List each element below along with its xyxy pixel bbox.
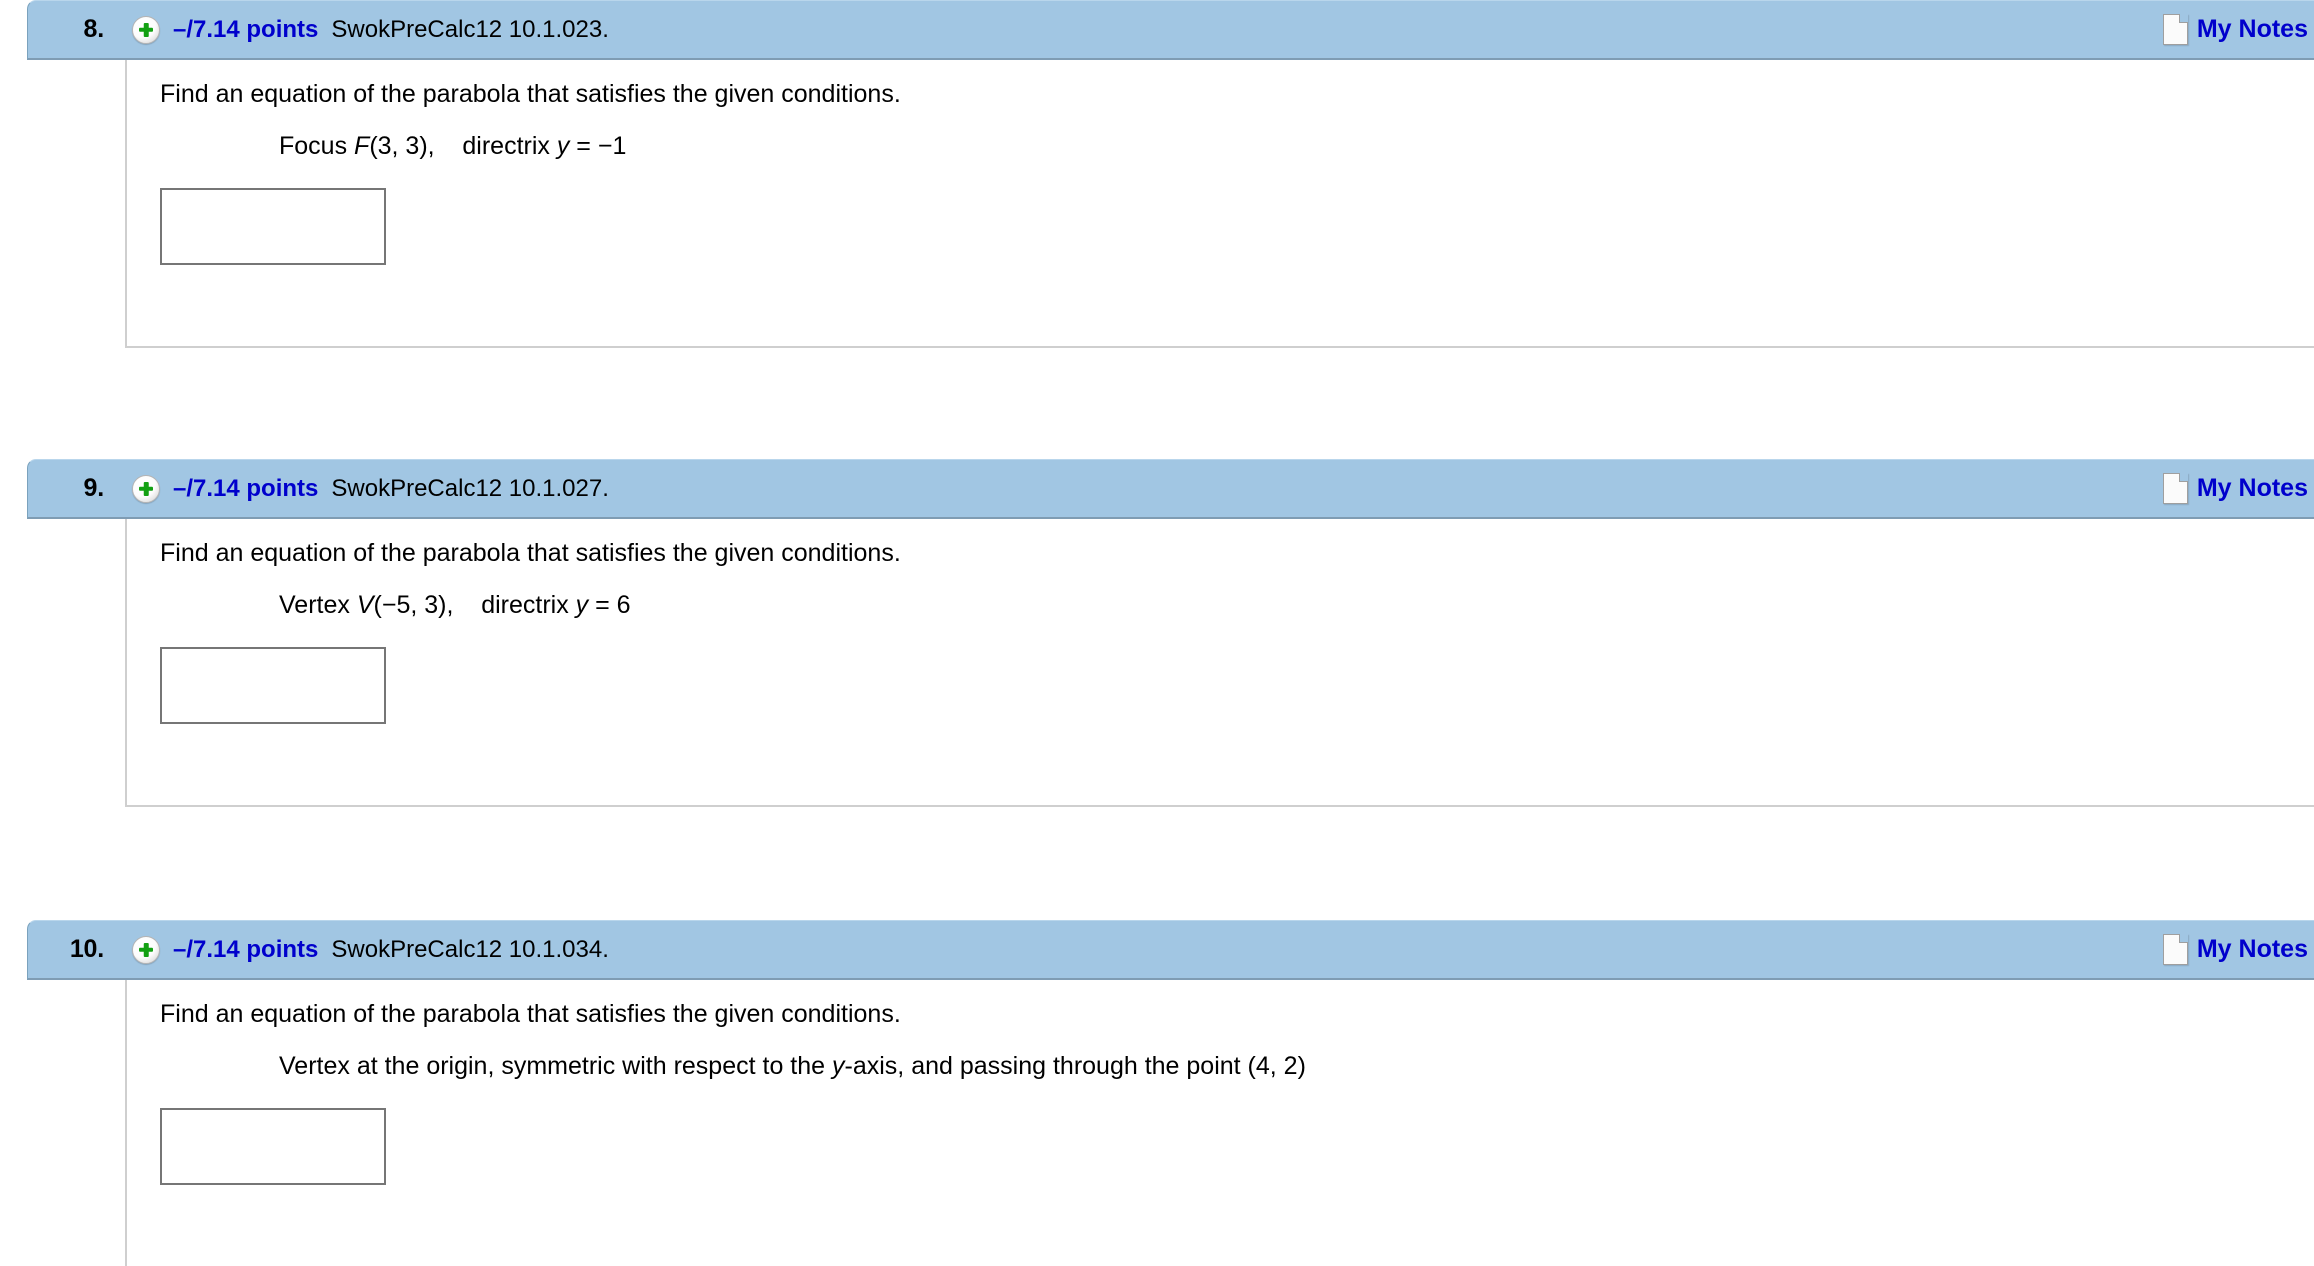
question-reference: SwokPreCalc12 10.1.034. xyxy=(331,935,609,963)
question-reference: SwokPreCalc12 10.1.027. xyxy=(331,474,609,502)
question-header-8: 8. –/7.14 points SwokPreCalc12 10.1.023.… xyxy=(27,0,2314,60)
condition-mid: (3, 3), directrix xyxy=(369,132,557,161)
condition-prefix: Vertex at the origin, symmetric with res… xyxy=(279,1052,833,1081)
question-condition: Focus F(3, 3), directrix y = −1 xyxy=(127,107,2314,159)
question-block-8: 8. –/7.14 points SwokPreCalc12 10.1.023.… xyxy=(0,0,2314,348)
plus-circle-icon[interactable] xyxy=(132,15,160,44)
question-body-8: Find an equation of the parabola that sa… xyxy=(125,60,2314,346)
plus-circle-icon[interactable] xyxy=(132,474,160,503)
my-notes-group[interactable]: My Notes xyxy=(2162,1,2314,58)
question-block-9: 9. –/7.14 points SwokPreCalc12 10.1.027.… xyxy=(0,459,2314,807)
question-prompt: Find an equation of the parabola that sa… xyxy=(160,1000,901,1028)
condition-prefix: Focus xyxy=(279,132,355,161)
condition-mid: -axis, and passing through the point (4,… xyxy=(844,1052,1306,1081)
my-notes-label[interactable]: My Notes xyxy=(2197,474,2308,503)
condition-suffix: = 6 xyxy=(588,591,631,620)
question-body-9: Find an equation of the parabola that sa… xyxy=(125,519,2314,805)
question-divider xyxy=(125,346,2314,348)
my-notes-group[interactable]: My Notes xyxy=(2162,921,2314,978)
exercise-page: 8. –/7.14 points SwokPreCalc12 10.1.023.… xyxy=(0,0,2314,1266)
condition-variable: V xyxy=(356,591,374,620)
condition-suffix: = −1 xyxy=(569,132,627,161)
question-header-9: 9. –/7.14 points SwokPreCalc12 10.1.027.… xyxy=(27,459,2314,519)
my-notes-group[interactable]: My Notes xyxy=(2162,460,2314,517)
question-condition: Vertex V(−5, 3), directrix y = 6 xyxy=(127,566,2314,618)
note-page-icon[interactable] xyxy=(2162,14,2188,45)
answer-input[interactable] xyxy=(160,646,386,724)
condition-prefix: Vertex xyxy=(279,591,357,620)
question-prompt: Find an equation of the parabola that sa… xyxy=(160,539,901,567)
question-condition: Vertex at the origin, symmetric with res… xyxy=(127,1027,2314,1079)
question-number: 9. xyxy=(83,474,105,502)
question-number: 8. xyxy=(83,15,105,43)
note-page-icon[interactable] xyxy=(2162,934,2188,965)
my-notes-label[interactable]: My Notes xyxy=(2197,935,2308,964)
question-points: –/7.14 points xyxy=(173,474,319,502)
question-block-10: 10. –/7.14 points SwokPreCalc12 10.1.034… xyxy=(0,920,2314,1266)
condition-variable-2: y xyxy=(556,132,570,161)
condition-variable: y xyxy=(832,1052,845,1081)
condition-mid: (−5, 3), directrix xyxy=(373,591,576,620)
note-page-icon[interactable] xyxy=(2162,473,2188,504)
answer-input[interactable] xyxy=(160,187,386,265)
question-points: –/7.14 points xyxy=(173,935,319,963)
condition-variable-2: y xyxy=(575,591,589,620)
question-body-10: Find an equation of the parabola that sa… xyxy=(125,980,2314,1266)
answer-input[interactable] xyxy=(160,1107,386,1185)
question-points: –/7.14 points xyxy=(173,15,319,43)
question-divider xyxy=(125,805,2314,807)
question-prompt: Find an equation of the parabola that sa… xyxy=(160,80,901,108)
my-notes-label[interactable]: My Notes xyxy=(2197,15,2308,44)
question-header-10: 10. –/7.14 points SwokPreCalc12 10.1.034… xyxy=(27,920,2314,980)
condition-variable: F xyxy=(354,132,370,161)
question-reference: SwokPreCalc12 10.1.023. xyxy=(331,15,609,43)
plus-circle-icon[interactable] xyxy=(132,935,160,964)
question-number: 10. xyxy=(69,935,104,963)
